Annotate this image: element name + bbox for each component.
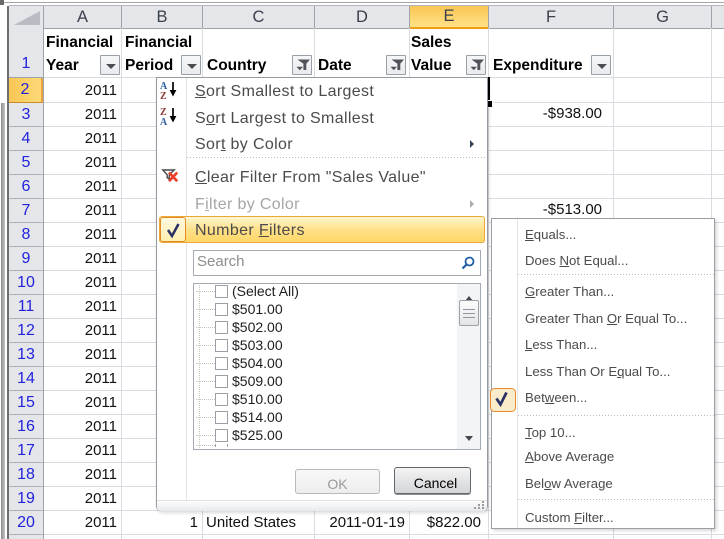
svg-text:A: A [160,117,168,127]
svg-text:Z: Z [160,91,167,101]
